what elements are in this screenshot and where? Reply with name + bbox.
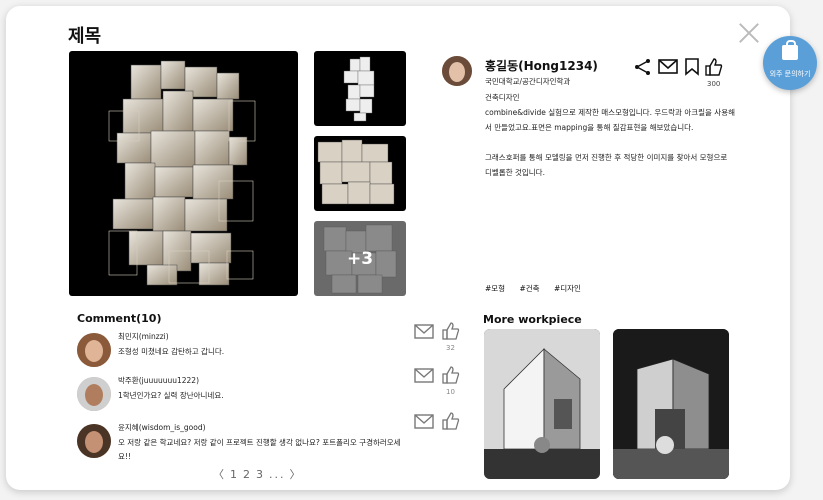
workpiece-card[interactable] bbox=[484, 329, 600, 479]
project-description: combine&divide 실험으로 제작한 매스모형입니다. 우드락과 아크… bbox=[485, 108, 736, 132]
share-icon[interactable] bbox=[634, 58, 652, 76]
bookmark-icon[interactable] bbox=[684, 58, 700, 76]
thumbnail-more[interactable]: +3 bbox=[314, 221, 406, 296]
thumbs-up-icon[interactable] bbox=[705, 58, 723, 76]
tag[interactable]: #모형 bbox=[485, 284, 505, 293]
commenter-name[interactable]: 박주환(juuuuuuu1222) bbox=[118, 375, 199, 386]
author-school: 국민대학교/공간디자인학과 bbox=[485, 77, 571, 86]
comment-like-icon[interactable] bbox=[442, 412, 460, 430]
more-workpiece-title: More workpiece bbox=[483, 313, 582, 326]
author-name[interactable]: 홍길동(Hong1234) bbox=[485, 57, 598, 74]
next-page-button[interactable]: 〉 bbox=[290, 468, 303, 481]
comment-text: 조형성 미쳤네요 감탄하고 갑니다. bbox=[118, 347, 225, 356]
comment-like-icon[interactable] bbox=[442, 322, 460, 340]
page-1[interactable]: 1 bbox=[230, 468, 239, 481]
comment-like-count: 10 bbox=[446, 388, 455, 396]
page-3[interactable]: 3 bbox=[256, 468, 265, 481]
thumbnail-2[interactable] bbox=[314, 136, 406, 211]
outsourcing-inquiry-label: 외주 문의하기 bbox=[769, 70, 811, 78]
reply-mail-icon[interactable] bbox=[414, 368, 434, 384]
comment-actions: 32 bbox=[414, 322, 464, 352]
reply-mail-icon[interactable] bbox=[414, 414, 434, 430]
comment-actions bbox=[414, 412, 464, 442]
modal-title: 제목 bbox=[68, 26, 102, 47]
commenter-avatar[interactable] bbox=[77, 377, 111, 411]
commenter-avatar[interactable] bbox=[77, 424, 111, 458]
like-count: 300 bbox=[707, 80, 721, 88]
commenter-name[interactable]: 윤지혜(wisdom_is_good) bbox=[118, 422, 206, 433]
close-icon[interactable] bbox=[736, 20, 762, 46]
commenter-name[interactable]: 최민지(minzzi) bbox=[118, 331, 169, 342]
thumbnail-1[interactable] bbox=[314, 51, 406, 126]
workpiece-card[interactable] bbox=[613, 329, 729, 479]
more-images-count: +3 bbox=[346, 249, 374, 269]
author-avatar[interactable] bbox=[442, 56, 472, 86]
main-project-image[interactable] bbox=[69, 51, 298, 296]
outsourcing-inquiry-button[interactable]: 외주 문의하기 bbox=[763, 36, 817, 90]
comment-like-icon[interactable] bbox=[442, 366, 460, 384]
comment-like-count: 32 bbox=[446, 344, 455, 352]
comment-pagination: 〈 1 2 3... 〉 bbox=[213, 466, 307, 482]
comments-title: Comment(10) bbox=[77, 312, 162, 325]
page-ellipsis[interactable]: ... bbox=[269, 468, 286, 481]
project-description-2: 그래스호퍼를 통해 모델링을 먼저 진행한 후 적당한 이미지를 찾아서 모형으… bbox=[485, 153, 728, 177]
comment-text: 1학년인가요? 실력 장난아니네요. bbox=[118, 391, 224, 400]
comment-actions: 10 bbox=[414, 366, 464, 396]
tag-list: #모형 #건축 #디자인 bbox=[485, 283, 593, 294]
page-2[interactable]: 2 bbox=[243, 468, 252, 481]
tag[interactable]: #건축 bbox=[519, 284, 539, 293]
prev-page-button[interactable]: 〈 bbox=[213, 468, 226, 481]
mail-icon[interactable] bbox=[658, 58, 678, 76]
shopping-bag-icon bbox=[782, 40, 798, 60]
reply-mail-icon[interactable] bbox=[414, 324, 434, 340]
commenter-avatar[interactable] bbox=[77, 333, 111, 367]
comment-text: 오 저랑 같은 학교네요? 저랑 같이 프로젝트 진행할 생각 없나요? 포트폴… bbox=[118, 438, 401, 461]
author-major: 건축디자인 bbox=[485, 93, 520, 102]
tag[interactable]: #디자인 bbox=[554, 284, 581, 293]
